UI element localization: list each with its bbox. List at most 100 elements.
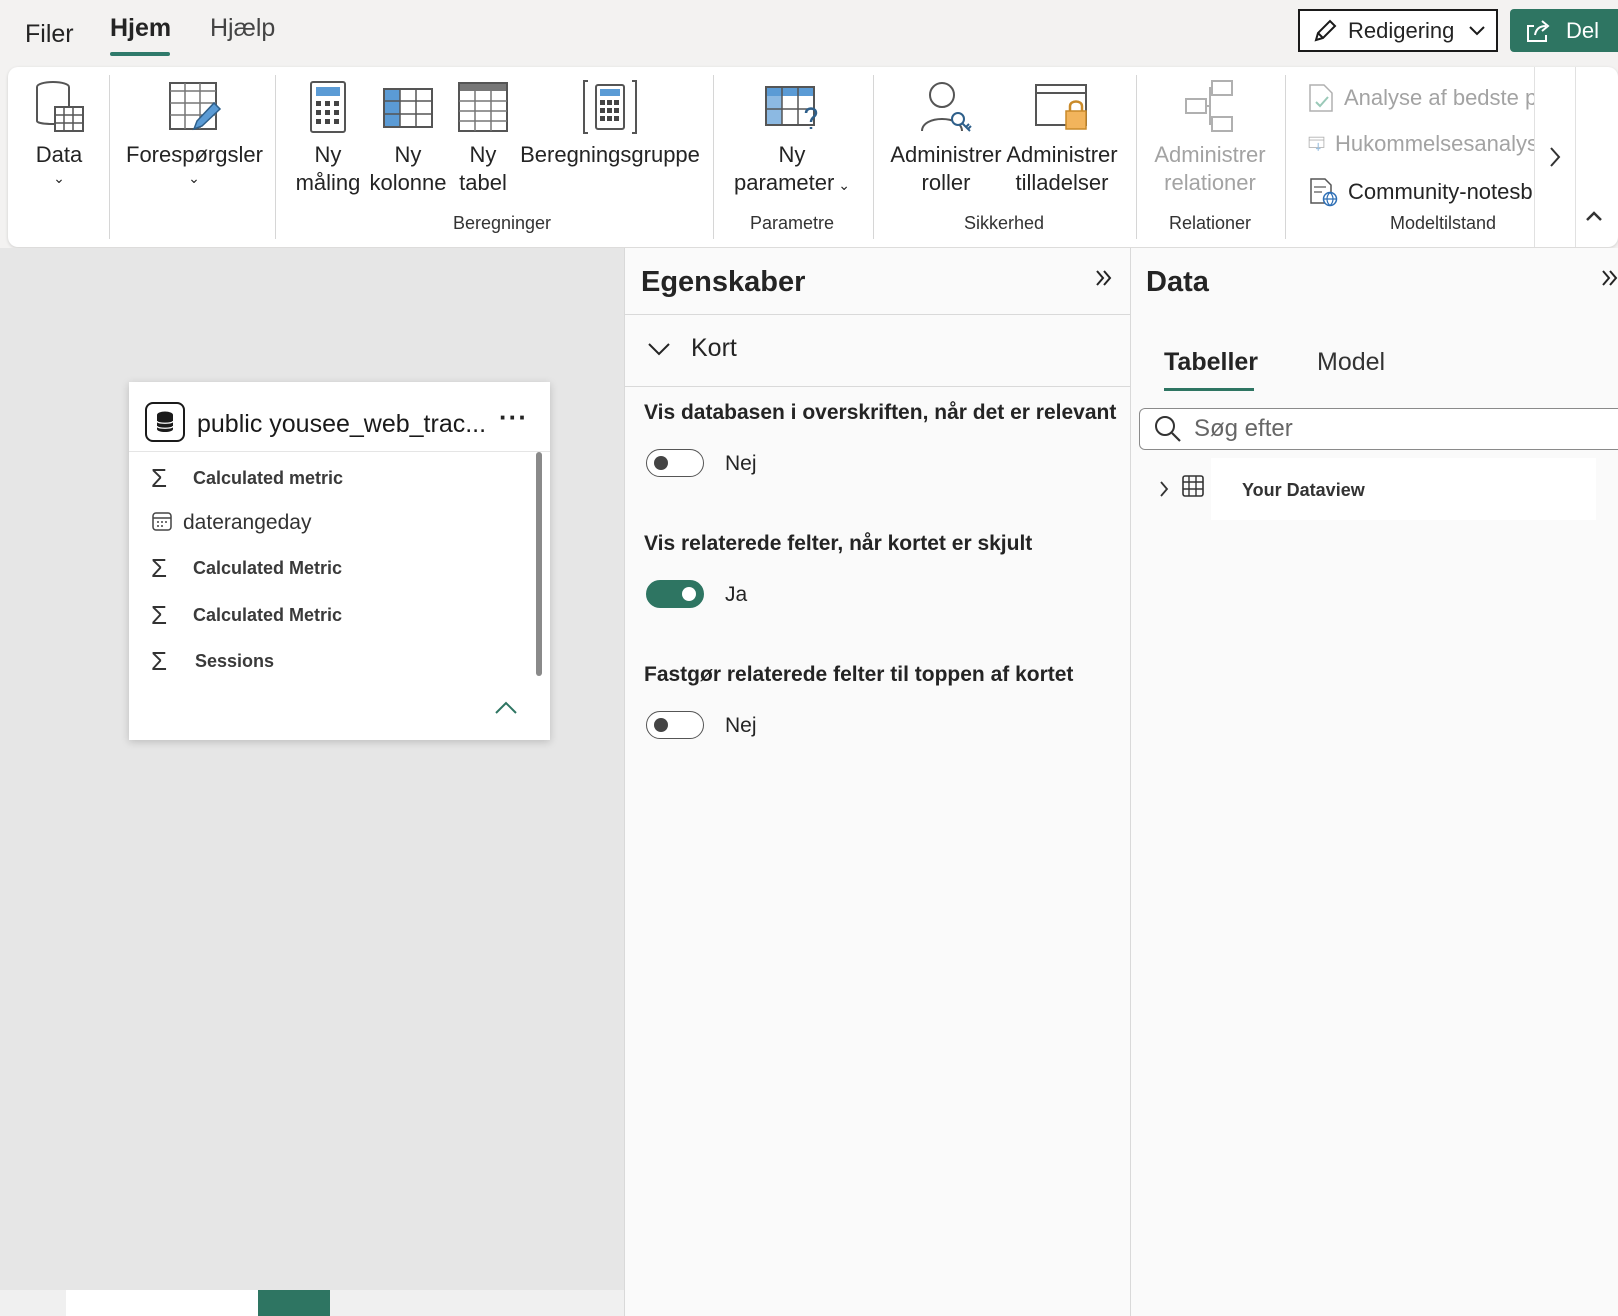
double-chevron-right-icon: [1602, 270, 1618, 286]
manage-permissions-label-2: tilladelser: [1015, 170, 1109, 195]
top-bar: Filer Hjem Hjælp Redigering Del: [0, 0, 1618, 66]
document-check-icon: [1309, 84, 1333, 112]
more-options-button[interactable]: ···: [499, 402, 528, 433]
new-measure-button[interactable]: Ny måling: [292, 79, 364, 197]
double-chevron-right-icon: [1096, 270, 1112, 286]
field-item[interactable]: Σ Calculated Metric: [151, 553, 342, 583]
calculation-group-button[interactable]: Beregningsgruppe: [518, 79, 702, 169]
relationships-icon: [1185, 80, 1233, 132]
new-parameter-label-1: Ny: [778, 142, 806, 167]
ribbon-separator: [713, 75, 714, 239]
manage-roles-button[interactable]: Administrer roller: [888, 79, 1004, 197]
calculator-icon: [310, 81, 346, 133]
database-table-icon: [36, 81, 84, 132]
option-label: Vis relaterede felter, når kortet er skj…: [644, 532, 1033, 555]
table-card-header[interactable]: public yousee_web_trac... ···: [129, 382, 550, 452]
field-label: Sessions: [195, 650, 275, 671]
sigma-icon: Σ: [151, 552, 168, 583]
ribbon-separator: [275, 75, 276, 239]
new-table-label-2: tabel: [459, 170, 507, 195]
calendar-icon: [151, 508, 181, 539]
best-practice-analysis-button[interactable]: Analyse af bedste p: [1308, 83, 1538, 113]
card-scrollbar[interactable]: [536, 452, 542, 676]
chevron-down-icon: ⌄: [834, 177, 850, 193]
active-tab-indicator: [1164, 388, 1254, 391]
tab-model[interactable]: Model: [1317, 348, 1385, 377]
group-label-parameters: Parametre: [749, 213, 835, 233]
toggle-state-text: Nej: [725, 714, 757, 737]
tab-hjaelp[interactable]: Hjælp: [210, 14, 275, 43]
chevron-right-icon: [1550, 147, 1561, 167]
share-label: Del: [1566, 17, 1600, 43]
tab-tables[interactable]: Tabeller: [1164, 348, 1258, 377]
page-tab[interactable]: [66, 1290, 258, 1316]
tab-hjem[interactable]: Hjem: [110, 14, 171, 43]
field-label: Calculated Metric: [193, 557, 343, 578]
search-icon: [1155, 416, 1181, 442]
queries-button[interactable]: Forespørgsler ⌄: [126, 79, 263, 186]
table-column-icon: [383, 88, 433, 128]
data-button[interactable]: Data ⌄: [30, 79, 88, 185]
editing-mode-button[interactable]: Redigering: [1298, 9, 1498, 52]
ribbon-scroll-right-button[interactable]: [1534, 67, 1576, 247]
manage-relations-label-2: relationer: [1164, 170, 1256, 195]
manage-permissions-button[interactable]: Administrer tilladelser: [1004, 79, 1120, 197]
new-parameter-label-2: parameter: [734, 170, 835, 195]
editing-mode-label: Redigering: [1348, 17, 1455, 43]
table-card-title: public yousee_web_trac...: [197, 410, 487, 438]
ribbon-separator: [873, 75, 874, 239]
group-label-relations: Relationer: [1168, 213, 1252, 233]
share-button[interactable]: Del: [1510, 9, 1618, 52]
active-tab-indicator: [110, 52, 170, 56]
table-icon: [458, 82, 508, 132]
field-item[interactable]: Σ Calculated metric: [151, 463, 343, 493]
new-measure-label-1: Ny: [314, 142, 342, 167]
table-pencil-icon: [169, 82, 222, 131]
divider: [625, 314, 1131, 315]
tab-filer[interactable]: Filer: [25, 20, 74, 49]
toggle-state-text: Ja: [725, 583, 748, 606]
new-column-button[interactable]: Ny kolonne: [366, 79, 450, 197]
group-label-security: Sikkerhed: [963, 213, 1045, 233]
sigma-icon: Σ: [151, 462, 168, 493]
toggle-knob: [682, 587, 696, 601]
toggle-show-related-fields[interactable]: [646, 580, 704, 608]
manage-roles-label-2: roller: [921, 170, 971, 195]
memory-analysis-button[interactable]: Hukommelsesanalys: [1308, 130, 1538, 158]
collapse-card-button[interactable]: [494, 700, 518, 721]
chevron-down-icon: ⌄: [188, 170, 200, 186]
ribbon-separator: [109, 75, 110, 239]
section-header-card[interactable]: Kort: [647, 334, 737, 363]
share-icon: [1527, 19, 1550, 42]
search-box[interactable]: [1139, 408, 1618, 450]
notebook-globe-icon: [1310, 178, 1338, 207]
expand-data-pane-button[interactable]: [1601, 266, 1618, 294]
manage-relations-button[interactable]: Administrer relationer: [1148, 79, 1272, 197]
field-item[interactable]: daterangeday: [151, 508, 311, 538]
sigma-icon: Σ: [151, 645, 168, 676]
field-label: Calculated metric: [193, 467, 344, 488]
chevron-up-icon: [1586, 211, 1602, 221]
section-title: Kort: [691, 334, 737, 362]
calculation-group-label: Beregningsgruppe: [520, 142, 700, 167]
community-notebooks-label: Community-notesb: [1348, 179, 1533, 204]
toggle-show-database[interactable]: [646, 449, 704, 477]
properties-pane: Egenskaber Kort Vis databasen i overskri…: [624, 248, 1131, 1316]
add-page-tab[interactable]: [258, 1290, 330, 1316]
field-item[interactable]: Σ Sessions: [151, 646, 274, 676]
tree-item-label: Your Dataview: [1242, 480, 1365, 500]
new-table-button[interactable]: Ny tabel: [454, 79, 512, 197]
table-card[interactable]: public yousee_web_trac... ··· Σ Calculat…: [129, 382, 550, 740]
expand-pane-button[interactable]: [1095, 266, 1113, 294]
chevron-down-icon: [648, 342, 670, 355]
model-canvas[interactable]: public yousee_web_trac... ··· Σ Calculat…: [0, 248, 624, 1316]
community-notebooks-button[interactable]: Community-notesb: [1308, 177, 1538, 207]
memory-analysis-label: Hukommelsesanalys: [1335, 131, 1538, 156]
collapse-ribbon-button[interactable]: [1584, 209, 1604, 228]
new-parameter-button[interactable]: Ny parameter ⌄: [730, 79, 854, 199]
toggle-pin-related-fields[interactable]: [646, 711, 704, 739]
search-input[interactable]: [1194, 415, 1594, 443]
expand-tree-item-button[interactable]: [1159, 480, 1169, 503]
memory-chart-icon: [1308, 136, 1325, 151]
field-item[interactable]: Σ Calculated Metric: [151, 600, 342, 630]
